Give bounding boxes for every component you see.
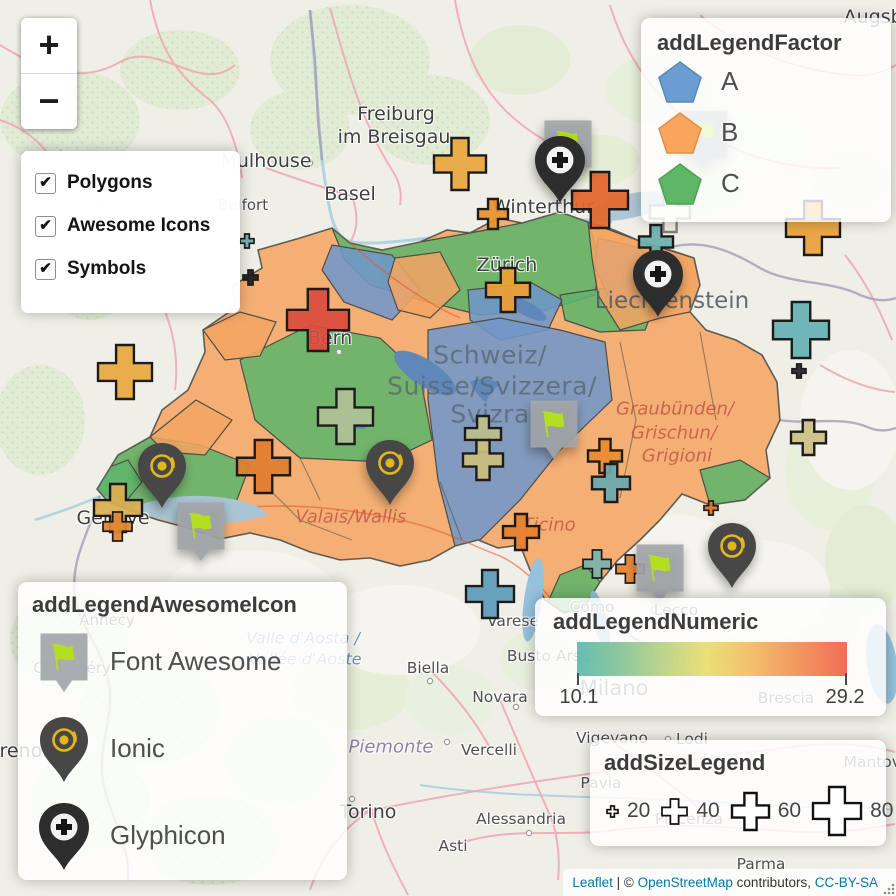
layer-label: Awesome Icons <box>67 215 210 237</box>
font-awesome-flag-marker-icon: ⚑ <box>32 631 96 693</box>
resize-grip-icon[interactable] <box>882 882 895 895</box>
legend-numeric-title: addLegendNumeric <box>553 609 868 635</box>
checkbox-checked-icon[interactable]: ✔ <box>35 216 56 237</box>
pentagon-icon <box>657 111 703 155</box>
legend-awesome-label: Glyphicon <box>110 820 226 851</box>
pentagon-icon <box>657 60 703 104</box>
layer-label: Symbols <box>67 258 146 280</box>
layers-control[interactable]: ✔ Polygons ✔ Awesome Icons ✔ Symbols <box>21 151 240 313</box>
legend-factor-item: A <box>657 56 875 107</box>
numeric-min-label: 10.1 <box>559 686 598 709</box>
zoom-control: + − <box>21 18 77 129</box>
leaflet-link[interactable]: Leaflet <box>572 875 613 890</box>
font-awesome-flag-marker[interactable]: ⚑ <box>528 398 580 465</box>
numeric-tick-max <box>845 673 847 685</box>
legend-factor-title: addLegendFactor <box>657 30 875 56</box>
layer-toggle-row[interactable]: ✔ Awesome Icons <box>35 215 226 237</box>
legend-factor-panel: addLegendFactor ABC <box>641 18 891 222</box>
size-legend-cross-icon <box>810 784 864 838</box>
attribution-separator: | © <box>613 875 638 890</box>
legend-awesome-item: Ionic <box>32 705 333 792</box>
svg-text:⚑: ⚑ <box>641 546 679 591</box>
checkbox-checked-icon[interactable]: ✔ <box>35 259 56 280</box>
size-legend-cross-icon <box>604 803 621 820</box>
glyphicon-pin-marker[interactable] <box>630 247 686 324</box>
legend-numeric-panel: addLegendNumeric 10.1 29.2 <box>535 598 886 716</box>
size-legend-value: 80 <box>870 799 893 823</box>
numeric-tick-min <box>577 673 579 685</box>
layer-toggle-row[interactable]: ✔ Symbols <box>35 258 226 280</box>
legend-size-panel: addSizeLegend 20406080 <box>590 740 886 846</box>
ionic-pin-marker[interactable] <box>135 440 189 515</box>
svg-text:⚑: ⚑ <box>45 634 83 679</box>
size-legend-value: 40 <box>696 799 719 823</box>
legend-factor-label: C <box>721 168 740 199</box>
legend-factor-item: C <box>657 158 875 209</box>
ionic-pin-marker[interactable] <box>705 520 759 595</box>
layer-toggle-row[interactable]: ✔ Polygons <box>35 172 226 194</box>
attribution-bar: Leaflet | © OpenStreetMap contributors, … <box>563 869 896 896</box>
checkbox-checked-icon[interactable]: ✔ <box>35 173 56 194</box>
legend-awesome-panel: addLegendAwesomeIcon ⚑ Font Awesome Ionic G… <box>18 582 347 880</box>
attribution-contributors: contributors, <box>733 875 815 890</box>
ionic-pin-marker[interactable] <box>363 437 417 512</box>
size-legend-value: 60 <box>778 799 801 823</box>
legend-factor-item: B <box>657 107 875 158</box>
legend-awesome-item: Glyphicon <box>32 792 333 879</box>
svg-text:⚑: ⚑ <box>535 402 573 447</box>
openstreetmap-link[interactable]: OpenStreetMap <box>638 875 733 890</box>
legend-awesome-label: Font Awesome <box>110 646 282 677</box>
legend-size-title: addSizeLegend <box>604 750 872 776</box>
size-legend-value: 20 <box>627 799 650 823</box>
legend-awesome-item: ⚑ Font Awesome <box>32 618 333 705</box>
legend-factor-label: B <box>721 117 738 148</box>
license-link[interactable]: CC-BY-SA <box>815 875 878 890</box>
size-legend-cross-icon <box>659 796 690 827</box>
numeric-gradient-bar <box>577 642 847 676</box>
glyphicon-pin-marker[interactable] <box>532 133 588 210</box>
legend-awesome-title: addLegendAwesomeIcon <box>32 592 333 618</box>
size-legend-cross-icon <box>729 790 772 833</box>
layer-label: Polygons <box>67 172 153 194</box>
glyphicon-pin-marker-icon <box>32 800 96 872</box>
map-container[interactable]: AugsburgFreiburgim BreisgauMulhouseBelfo… <box>0 0 896 896</box>
legend-factor-label: A <box>721 66 738 97</box>
numeric-max-label: 29.2 <box>826 686 865 709</box>
ionic-pin-marker-icon <box>32 714 96 784</box>
zoom-in-button[interactable]: + <box>21 18 77 74</box>
legend-awesome-label: Ionic <box>110 733 165 764</box>
pentagon-icon <box>657 162 703 206</box>
zoom-out-button[interactable]: − <box>21 74 77 129</box>
